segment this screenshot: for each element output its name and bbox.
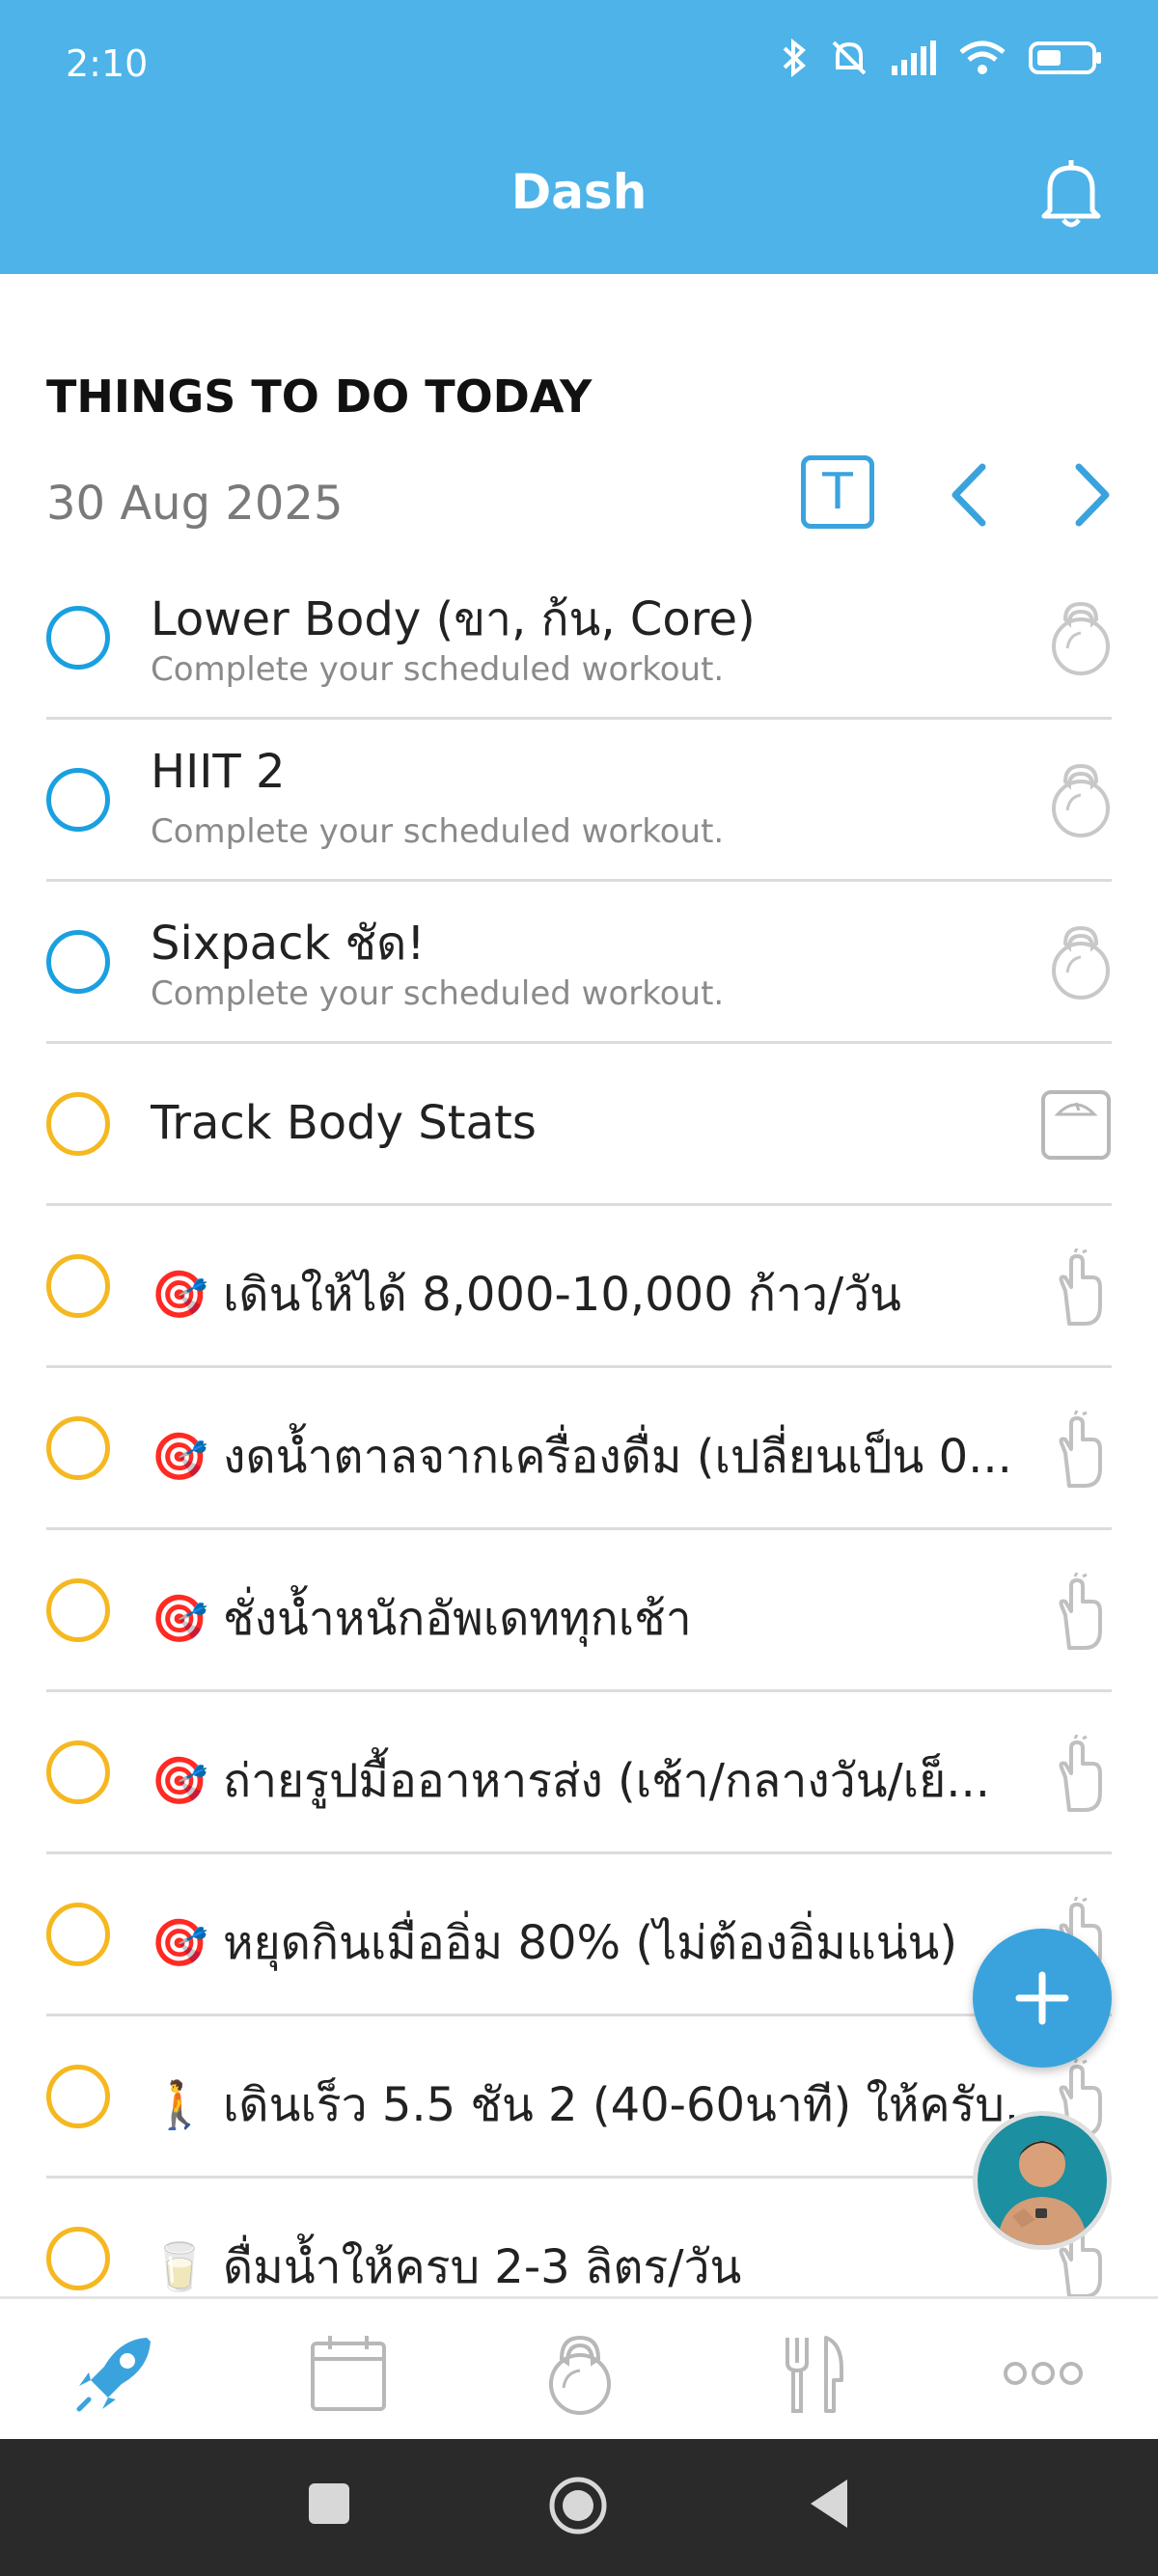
app-header: 2:10 Dash <box>0 0 1158 274</box>
task-checkbox[interactable] <box>46 2065 110 2128</box>
task-title: Lower Body (ขา, ก้น, Core) <box>151 592 756 646</box>
fork-knife-icon[interactable] <box>770 2330 857 2417</box>
task-item[interactable]: 🚶 เดินเร็ว 5.5 ชัน 2 (40-60นาที) ให้ครับ… <box>46 2016 1112 2179</box>
home-icon[interactable] <box>548 2476 608 2535</box>
task-item[interactable]: 🎯 ถ่ายรูปมื้ออาหารส่ง (เช้า/กลางวัน/เย็.… <box>46 1692 1112 1854</box>
status-time: 2:10 <box>66 42 149 85</box>
kettlebell-icon <box>1052 601 1110 675</box>
bluetooth-icon <box>783 39 807 77</box>
task-title: Track Body Stats <box>151 1096 537 1150</box>
more-icon[interactable] <box>1000 2330 1087 2417</box>
task-checkbox[interactable] <box>46 930 110 994</box>
bell-icon[interactable] <box>1038 156 1104 230</box>
bottom-tab-bar <box>0 2296 1158 2439</box>
task-checkbox[interactable] <box>46 1903 110 1966</box>
task-title: 🥛 ดื่มน้ำให้ครบ 2-3 ลิตร/วัน <box>151 2240 742 2294</box>
battery-icon <box>1029 41 1101 74</box>
hand-icon <box>1059 1411 1102 1488</box>
coach-avatar[interactable] <box>973 2111 1112 2250</box>
task-checkbox[interactable] <box>46 2227 110 2290</box>
task-checkbox[interactable] <box>46 1416 110 1480</box>
kettlebell-icon <box>1052 763 1110 837</box>
task-title: 🎯 เดินให้ได้ 8,000-10,000 ก้าว/วัน <box>151 1268 901 1322</box>
task-checkbox[interactable] <box>46 1578 110 1642</box>
dash-rocket-icon[interactable] <box>71 2330 158 2417</box>
hand-icon <box>1059 1573 1102 1650</box>
task-subtitle: Complete your scheduled workout. <box>151 974 725 1013</box>
avatar-image <box>978 2116 1107 2245</box>
page-title: Dash <box>510 164 648 220</box>
task-title: 🎯 ชั่งน้ำหนักอัพเดททุกเช้า <box>151 1592 692 1646</box>
task-item[interactable]: 🎯 งดน้ำตาลจากเครื่องดื่ม (เปลี่ยนเป็น 0.… <box>46 1368 1112 1530</box>
today-button[interactable]: T <box>801 455 874 529</box>
kettlebell-icon <box>1052 925 1110 1000</box>
status-icons <box>780 39 1102 77</box>
signal-icon <box>892 41 936 75</box>
chevron-left-icon[interactable] <box>948 461 990 529</box>
back-icon[interactable] <box>807 2478 851 2530</box>
task-subtitle: Complete your scheduled workout. <box>151 812 725 851</box>
task-checkbox[interactable] <box>46 1740 110 1804</box>
scale-icon <box>1041 1090 1111 1160</box>
recents-icon[interactable] <box>307 2481 351 2526</box>
task-title: HIIT 2 <box>151 745 286 799</box>
hand-icon <box>1059 1248 1102 1326</box>
task-item[interactable]: 🎯 เดินให้ได้ 8,000-10,000 ก้าว/วัน <box>46 1206 1112 1368</box>
calendar-icon[interactable] <box>305 2330 392 2417</box>
task-checkbox[interactable] <box>46 768 110 832</box>
section-title: THINGS TO DO TODAY <box>46 370 593 423</box>
task-title: Sixpack ชัด! <box>151 917 426 971</box>
add-button[interactable] <box>973 1929 1112 2068</box>
hand-icon <box>1059 1735 1102 1812</box>
task-title: 🎯 งดน้ำตาลจากเครื่องดื่ม (เปลี่ยนเป็น 0.… <box>151 1430 1012 1484</box>
kettlebell-icon[interactable] <box>537 2330 623 2417</box>
task-title: 🎯 ถ่ายรูปมื้ออาหารส่ง (เช้า/กลางวัน/เย็.… <box>151 1754 990 1808</box>
task-checkbox[interactable] <box>46 606 110 670</box>
task-title: 🚶 เดินเร็ว 5.5 ชัน 2 (40-60นาที) ให้ครับ… <box>151 2078 1049 2132</box>
task-item[interactable]: Sixpack ชัด! Complete your scheduled wor… <box>46 882 1112 1044</box>
mute-bell-icon <box>832 41 867 75</box>
task-item[interactable]: Lower Body (ขา, ก้น, Core) Complete your… <box>46 558 1112 720</box>
system-nav-bar <box>0 2439 1158 2576</box>
date-label: 30 Aug 2025 <box>46 477 344 531</box>
task-item[interactable]: 🎯 ชั่งน้ำหนักอัพเดททุกเช้า <box>46 1530 1112 1692</box>
task-checkbox[interactable] <box>46 1254 110 1318</box>
task-title: 🎯 หยุดกินเมื่ออิ่ม 80% (ไม่ต้องอิ่มแน่น) <box>151 1916 958 1970</box>
task-item[interactable]: 🎯 หยุดกินเมื่ออิ่ม 80% (ไม่ต้องอิ่มแน่น) <box>46 1854 1112 2016</box>
task-item[interactable]: Track Body Stats <box>46 1044 1112 1206</box>
wifi-icon <box>959 41 1006 74</box>
task-checkbox[interactable] <box>46 1092 110 1156</box>
chevron-right-icon[interactable] <box>1071 461 1114 529</box>
plus-icon <box>1015 1971 1069 2025</box>
task-item[interactable]: HIIT 2 Complete your scheduled workout. <box>46 720 1112 882</box>
task-subtitle: Complete your scheduled workout. <box>151 650 725 689</box>
